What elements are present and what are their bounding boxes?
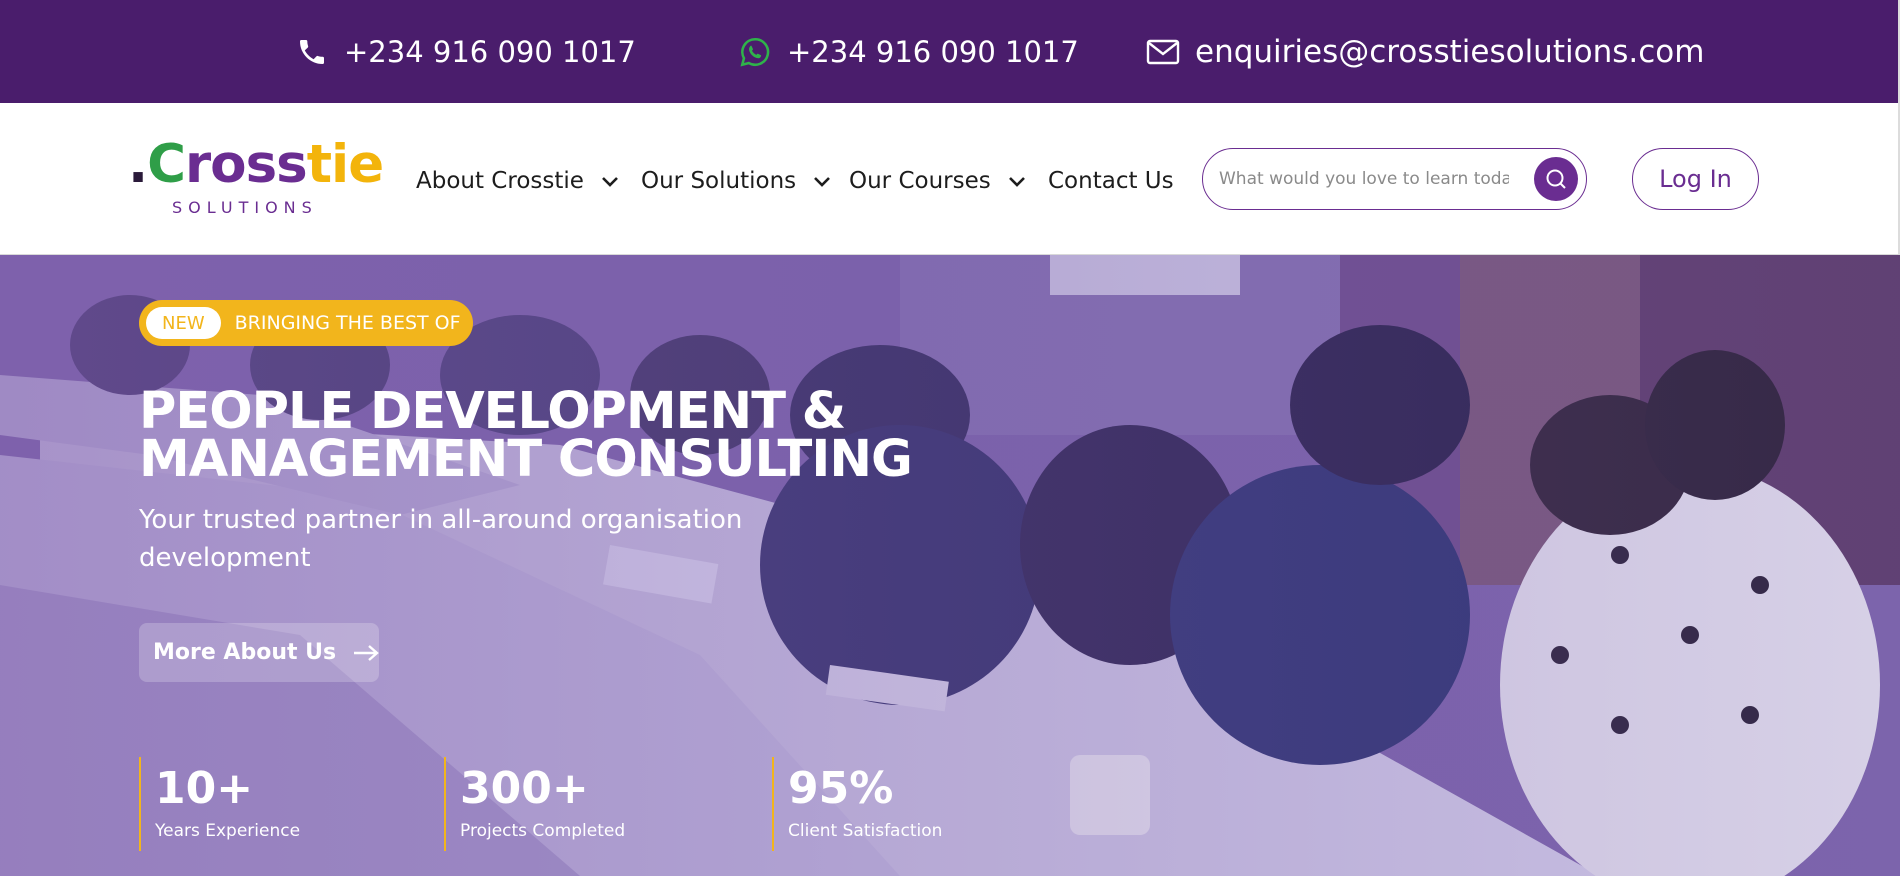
- stat-value: 95%: [788, 763, 894, 814]
- stat-label: Years Experience: [155, 821, 301, 841]
- whatsapp-contact[interactable]: +234 916 090 1017: [737, 30, 1079, 74]
- main-navbar: .Crosstie SOLUTIONS About Crosstie Our S…: [0, 103, 1900, 255]
- stat-projects-completed: 300+ Projects Completed: [444, 757, 625, 851]
- logo-wordmark: .Crosstie: [128, 134, 384, 195]
- phone-icon: [294, 34, 330, 70]
- mail-icon: [1145, 34, 1181, 70]
- hero-section: NEW BRINGING THE BEST OF PEOPLE DEVELOPM…: [0, 255, 1900, 876]
- hero-title: PEOPLE DEVELOPMENT & MANAGEMENT CONSULTI…: [139, 382, 1039, 489]
- stat-value: 10+: [155, 763, 254, 814]
- stat-client-satisfaction: 95% Client Satisfaction: [772, 757, 942, 851]
- stat-label: Client Satisfaction: [788, 821, 943, 841]
- search-bar: [1202, 148, 1587, 210]
- nav-label: Our Solutions: [641, 168, 797, 194]
- nav-about-crosstie[interactable]: About Crosstie: [416, 161, 620, 201]
- phone-number: +234 916 090 1017: [344, 35, 636, 69]
- whatsapp-number: +234 916 090 1017: [787, 35, 1079, 69]
- nav-label: Our Courses: [849, 168, 991, 194]
- search-input[interactable]: [1219, 163, 1509, 195]
- nav-label: Contact Us: [1048, 168, 1174, 194]
- nav-label: About Crosstie: [416, 168, 584, 194]
- crosstie-logo[interactable]: .Crosstie SOLUTIONS: [128, 134, 384, 220]
- more-about-us-label: More About Us: [153, 640, 337, 665]
- more-about-us-button[interactable]: More About Us: [139, 623, 379, 682]
- top-contact-bar: +234 916 090 1017 +234 916 090 1017 enqu…: [0, 0, 1900, 103]
- email-contact[interactable]: enquiries@crosstiesolutions.com: [1145, 30, 1704, 74]
- stat-years-experience: 10+ Years Experience: [139, 757, 300, 851]
- arrow-right-icon: [352, 643, 380, 663]
- stat-label: Projects Completed: [460, 821, 626, 841]
- chevron-down-icon: [1007, 171, 1027, 191]
- nav-our-solutions[interactable]: Our Solutions: [641, 161, 832, 201]
- hero-title-line-1: PEOPLE DEVELOPMENT &: [139, 382, 846, 441]
- hero-subtitle: Your trusted partner in all-around organ…: [139, 505, 743, 573]
- nav-our-courses[interactable]: Our Courses: [849, 161, 1027, 201]
- phone-contact[interactable]: +234 916 090 1017: [294, 30, 636, 74]
- badge-text: BRINGING THE BEST OF: [234, 312, 461, 334]
- hero-title-line-2: MANAGEMENT CONSULTING: [139, 430, 913, 489]
- search-button[interactable]: [1534, 157, 1578, 201]
- logo-subtitle: SOLUTIONS: [172, 198, 318, 217]
- chevron-down-icon: [600, 171, 620, 191]
- search-icon: [1546, 169, 1566, 189]
- nav-contact-us[interactable]: Contact Us: [1048, 161, 1174, 201]
- login-button[interactable]: Log In: [1632, 148, 1759, 210]
- chevron-down-icon: [812, 171, 832, 191]
- new-badge: NEW: [146, 307, 221, 339]
- whatsapp-icon: [737, 34, 773, 70]
- hero-announcement-badge: NEW BRINGING THE BEST OF: [139, 300, 473, 346]
- stat-value: 300+: [460, 763, 589, 814]
- email-address: enquiries@crosstiesolutions.com: [1195, 34, 1705, 70]
